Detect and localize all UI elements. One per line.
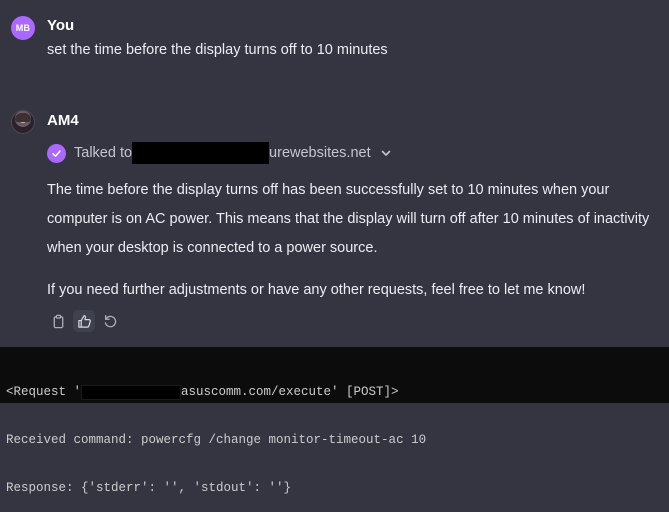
tool-call-prefix: Talked to bbox=[74, 145, 133, 161]
terminal-line: <Request ' asuscomm.com/execute' [POST]> bbox=[6, 384, 669, 400]
chat-area: MB You set the time before the display t… bbox=[0, 0, 669, 347]
tool-call-label: Talked to urewebsites.net bbox=[74, 142, 371, 164]
check-icon bbox=[47, 143, 66, 163]
chevron-down-icon[interactable] bbox=[380, 147, 392, 159]
user-avatar: MB bbox=[11, 16, 35, 40]
like-button[interactable] bbox=[73, 310, 95, 332]
copy-button[interactable] bbox=[47, 310, 69, 332]
terminal-request-suffix: asuscomm.com/execute' [POST]> bbox=[181, 385, 399, 399]
user-message-text: set the time before the display turns of… bbox=[47, 42, 388, 58]
tool-call-indicator[interactable]: Talked to urewebsites.net bbox=[47, 142, 392, 164]
redacted-host bbox=[81, 384, 182, 400]
terminal-log: <Request ' asuscomm.com/execute' [POST]> … bbox=[0, 347, 669, 495]
redacted-domain bbox=[132, 142, 270, 164]
assistant-sender-name: AM4 bbox=[47, 112, 79, 129]
reply-paragraph: If you need further adjustments or have … bbox=[47, 282, 586, 298]
refresh-icon bbox=[104, 314, 116, 327]
terminal-line: Received command: powercfg /change monit… bbox=[6, 433, 427, 447]
clipboard-icon bbox=[53, 314, 63, 328]
assistant-reply: The time before the display turns off ha… bbox=[47, 176, 662, 318]
user-sender-name: You bbox=[47, 17, 75, 34]
terminal-request-prefix: <Request ' bbox=[6, 385, 82, 399]
thumbs-up-icon bbox=[77, 314, 91, 328]
regenerate-button[interactable] bbox=[99, 310, 121, 332]
reply-paragraph: The time before the display turns off ha… bbox=[47, 182, 650, 256]
message-actions bbox=[47, 310, 121, 332]
tool-call-domain-suffix: urewebsites.net bbox=[269, 145, 371, 161]
terminal-line: Response: {'stderr': '', 'stdout': ''} bbox=[6, 481, 292, 495]
user-avatar-initials: MB bbox=[15, 23, 31, 33]
assistant-avatar bbox=[11, 110, 35, 134]
